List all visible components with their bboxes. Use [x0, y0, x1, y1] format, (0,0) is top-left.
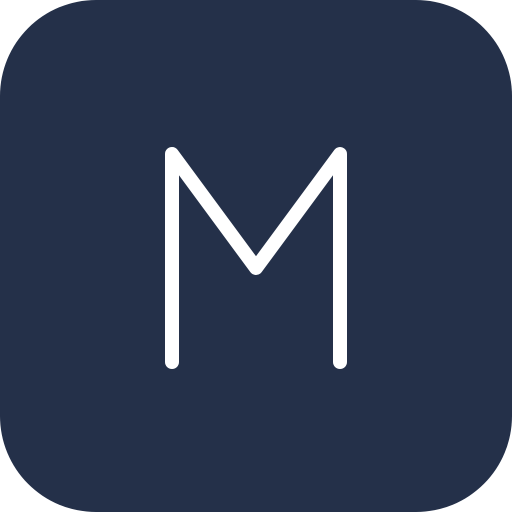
m-letter-icon: [156, 142, 356, 374]
app-icon[interactable]: M: [0, 0, 512, 512]
